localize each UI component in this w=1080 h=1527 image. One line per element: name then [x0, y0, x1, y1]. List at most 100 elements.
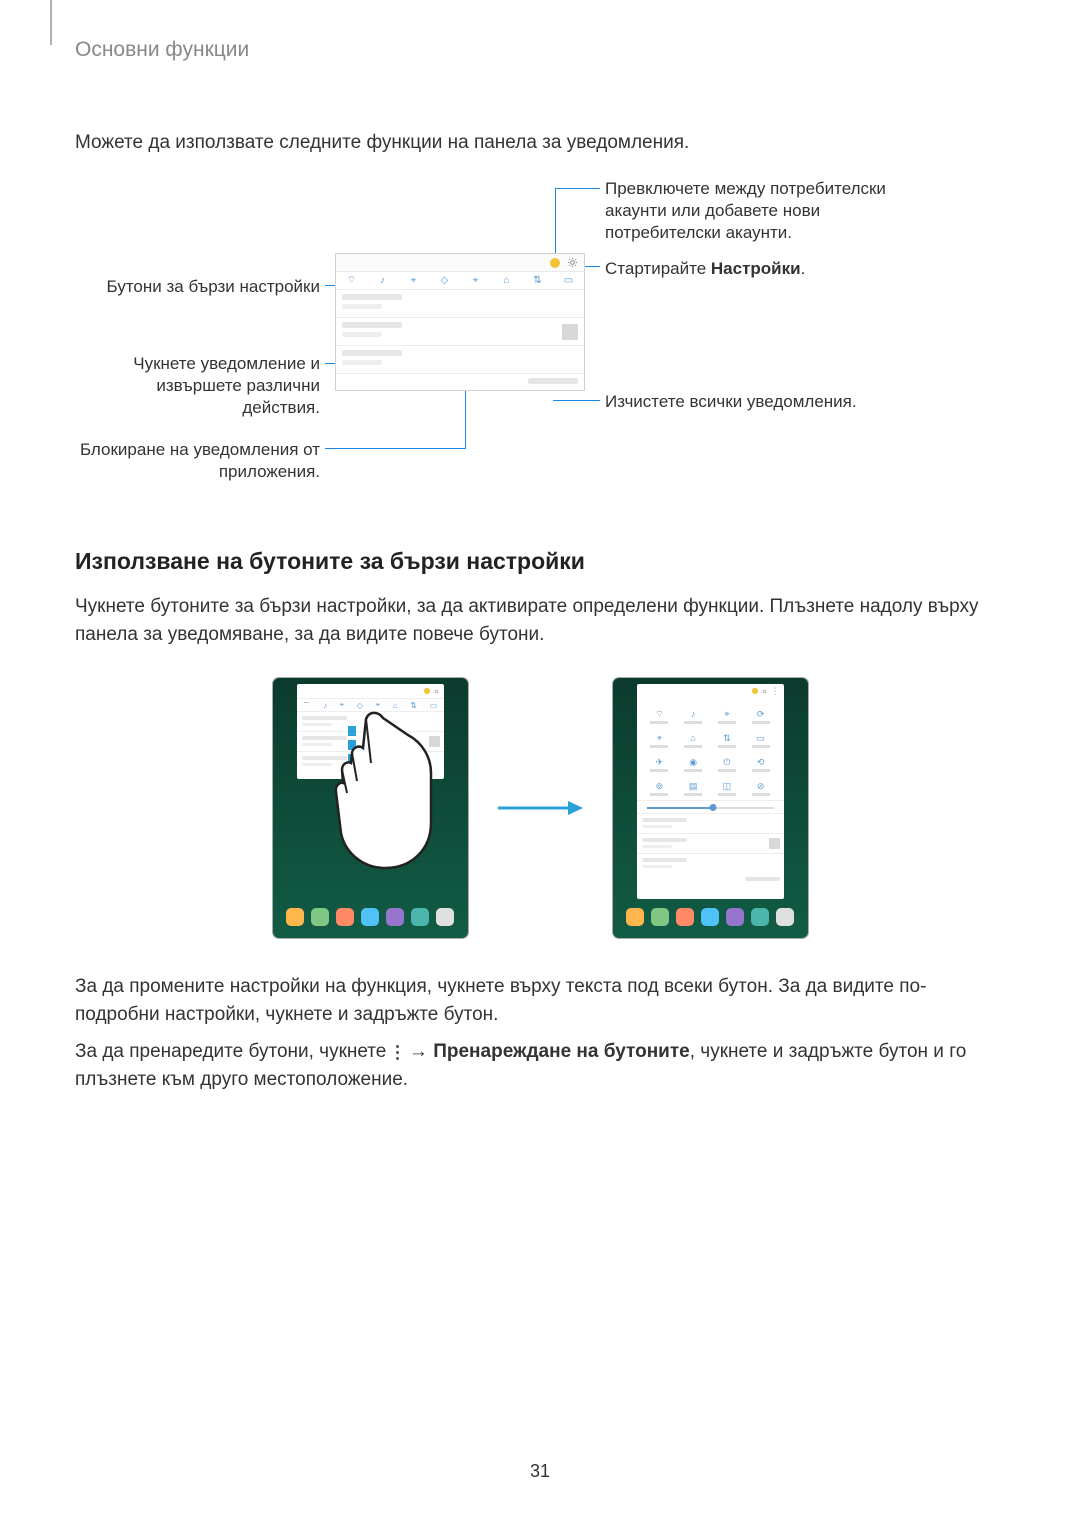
more-vertical-icon: [392, 1043, 404, 1061]
callout-switch-accounts: Превключете между потребителски акаунти …: [605, 178, 915, 244]
panel-expanded: ⋮ ⌔ ♪ ⌖ ⟳ ⌖ ⌂ ⇅ ▭ ✈ ◉ ⏻ ⟲ ⊚ ▤ ◫: [637, 684, 784, 899]
app-icon: [386, 908, 404, 926]
sound-icon: ♪: [691, 709, 696, 719]
app-icon: [701, 908, 719, 926]
location-icon: ⌖: [470, 275, 482, 287]
app-icon: [776, 908, 794, 926]
leader-line: [325, 448, 465, 449]
panel-footer: [336, 374, 584, 390]
callout-settings-post: .: [801, 259, 806, 278]
page-header-title: Основни функции: [75, 38, 1005, 62]
app-icon: [626, 908, 644, 926]
notification-item: [336, 290, 584, 318]
section-paragraph: Чукнете бутоните за бързи настройки, за …: [75, 593, 1005, 648]
sync-icon: ⟲: [757, 757, 765, 767]
app-icon: [411, 908, 429, 926]
figure-row: ⌔ ♪ ⌖ ◇ ⌖ ⌂ ⇅ ▭: [75, 678, 1005, 938]
notification-item: [297, 712, 444, 732]
notification-item: [637, 854, 784, 874]
callout-settings-pre: Стартирайте: [605, 259, 711, 278]
app-icon: [361, 908, 379, 926]
section-heading-quick-settings: Използване на бутоните за бързи настройк…: [75, 548, 1005, 575]
lock-icon: ⌂: [501, 275, 513, 287]
intro-paragraph: Можете да използвате следните функции на…: [75, 132, 1005, 154]
text-bold-reorder: Пренареждане на бутоните: [433, 1041, 690, 1062]
panel-collapsed: ⌔♪⌖◇⌖⌂⇅▭: [297, 684, 444, 779]
nfc-icon: ◫: [723, 781, 732, 791]
leader-line: [553, 400, 600, 401]
notification-item: [637, 834, 784, 854]
text-pre: За да пренаредите бутони, чукнете: [75, 1041, 392, 1062]
app-icon: [751, 908, 769, 926]
quick-settings-row: ⌔ ♪ ⌖ ◇ ⌖ ⌂ ⇅ ▭: [336, 272, 584, 290]
bluetooth-icon: ⌖: [408, 275, 420, 287]
quick-settings-row: ⌔♪⌖◇⌖⌂⇅▭: [297, 698, 444, 712]
app-dock: [623, 904, 798, 930]
callout-settings-bold: Настройки: [711, 259, 801, 278]
header-rule: [50, 0, 52, 45]
notification-item: [336, 346, 584, 374]
account-icon: [550, 258, 560, 268]
lock-icon: ⌂: [690, 733, 695, 743]
app-icon: [436, 908, 454, 926]
notification-panel-diagram: Бутони за бързи настройки Чукнете уведом…: [75, 178, 1005, 498]
bluetooth-icon: ⌖: [340, 700, 345, 710]
panel-header: [336, 254, 584, 272]
wifi-icon: ⌔: [346, 275, 358, 287]
notification-item: [637, 814, 784, 834]
app-icon: [726, 908, 744, 926]
app-dock: [283, 904, 458, 930]
paragraph-reorder-buttons: За да пренаредите бутони, чукнете → Прен…: [75, 1038, 1005, 1093]
flashlight-icon: ◉: [689, 757, 697, 767]
sim-icon: ▭: [756, 733, 765, 743]
account-icon: [752, 688, 758, 694]
power-icon: ⏻: [723, 757, 730, 767]
leader-line: [555, 188, 600, 189]
app-icon: [676, 908, 694, 926]
gear-icon: [761, 688, 768, 695]
sim-icon: ▭: [430, 701, 438, 710]
app-icon: [651, 908, 669, 926]
notification-item: [297, 732, 444, 752]
arrow-right-icon: [498, 798, 583, 818]
notification-item: [297, 752, 444, 772]
dnd-icon: ⊘: [757, 781, 765, 791]
cast-icon: ▤: [689, 781, 698, 791]
device-screenshot-expanded: ⋮ ⌔ ♪ ⌖ ⟳ ⌖ ⌂ ⇅ ▭ ✈ ◉ ⏻ ⟲ ⊚ ▤ ◫: [613, 678, 808, 938]
sound-icon: ♪: [323, 701, 327, 710]
sound-icon: ♪: [377, 275, 389, 287]
app-icon: [286, 908, 304, 926]
rotate-icon: ◇: [357, 701, 363, 710]
callout-block-notifications: Блокиране на уведомления от приложения.: [75, 439, 320, 483]
swipe-down-arrow-icon: [341, 726, 363, 796]
location-icon: ⌖: [376, 700, 381, 710]
bluetooth-icon: ⌖: [724, 709, 729, 719]
gear-icon: [433, 688, 440, 695]
data-icon: ⇅: [532, 275, 544, 287]
quick-settings-grid: ⌔ ♪ ⌖ ⟳ ⌖ ⌂ ⇅ ▭ ✈ ◉ ⏻ ⟲ ⊚ ▤ ◫ ⊘: [637, 698, 784, 800]
notification-thumbnail: [562, 324, 578, 340]
panel-header: [297, 684, 444, 698]
panel-header: ⋮: [637, 684, 784, 698]
text-arrow: →: [404, 1041, 434, 1062]
wifi-icon: ⌔: [655, 709, 663, 719]
notification-panel-mock: ⌔ ♪ ⌖ ◇ ⌖ ⌂ ⇅ ▭: [335, 253, 585, 391]
brightness-slider: [637, 800, 784, 814]
data-icon: ⇅: [410, 701, 417, 710]
device-screenshot-collapsed: ⌔♪⌖◇⌖⌂⇅▭: [273, 678, 468, 938]
callout-tap-notification: Чукнете уведомление и извършете различни…: [75, 353, 320, 419]
sim-icon: ▭: [563, 275, 575, 287]
account-icon: [424, 688, 430, 694]
notification-item: [336, 318, 584, 346]
callout-quick-settings-buttons: Бутони за бързи настройки: [75, 276, 320, 298]
callout-open-settings: Стартирайте Настройки.: [605, 258, 915, 280]
app-icon: [336, 908, 354, 926]
hotspot-icon: ⊚: [656, 781, 664, 791]
wifi-icon: ⌔: [303, 700, 311, 710]
callout-clear-notifications: Изчистете всички уведомления.: [605, 391, 915, 413]
gear-icon: [567, 257, 578, 268]
airplane-icon: ✈: [656, 757, 664, 767]
rotate-icon: ◇: [439, 275, 451, 287]
data-icon: ⇅: [723, 733, 731, 743]
paragraph-change-settings: За да промените настройки на функция, чу…: [75, 973, 1005, 1028]
